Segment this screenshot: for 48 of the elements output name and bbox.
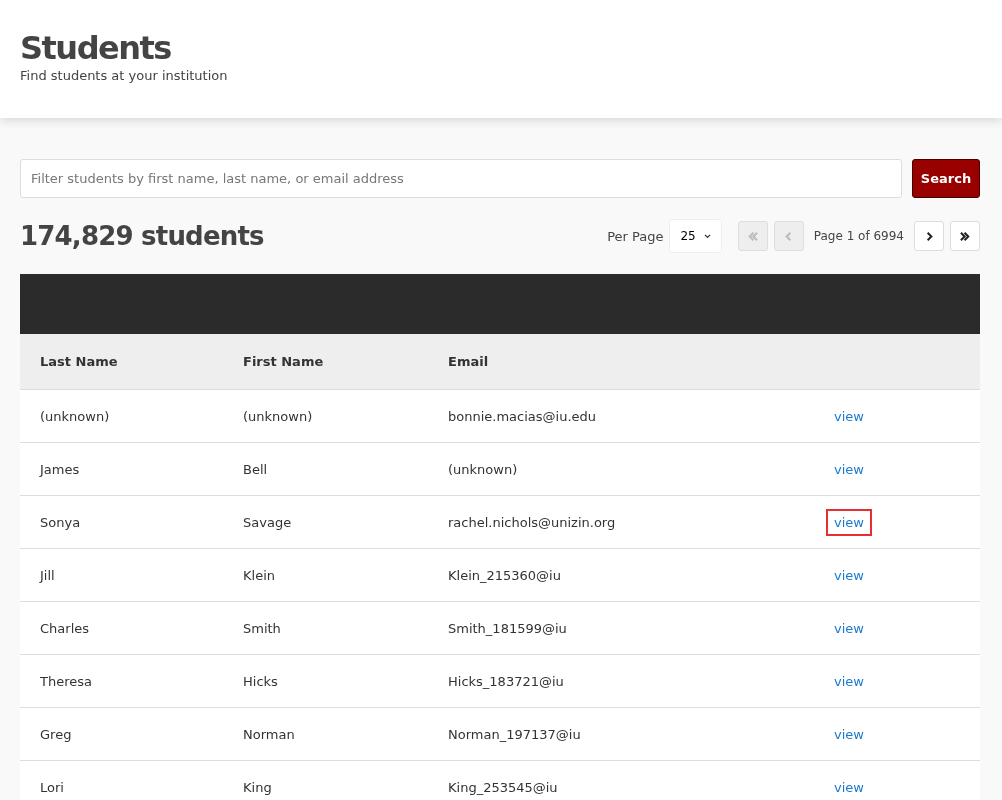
last-page-button[interactable] — [950, 221, 980, 251]
table-cell: Smith — [243, 620, 281, 636]
view-link[interactable]: view — [826, 455, 872, 483]
table-cell: King — [243, 779, 272, 795]
table-cell: rachel.nichols@unizin.org — [448, 514, 616, 530]
view-link[interactable]: view — [826, 720, 872, 748]
search-button[interactable]: Search — [912, 159, 980, 198]
page-title: Students — [20, 30, 171, 66]
column-header: Last Name — [40, 354, 118, 369]
table-cell: Sonya — [40, 514, 81, 530]
view-link[interactable]: view — [826, 402, 872, 430]
table-cell: (unknown) — [243, 408, 313, 424]
table-cell: Norman_197137@iu — [448, 726, 581, 742]
table-cell: (unknown) — [40, 408, 110, 424]
table-cell: Norman — [243, 726, 295, 742]
double-chevron-left-icon — [747, 230, 759, 242]
table-cell: Hicks — [243, 673, 278, 689]
column-header: Email — [448, 354, 489, 369]
per-page-label: Per Page — [607, 228, 664, 244]
search-field[interactable]: Filter students by first name, last name, or email address — [20, 159, 902, 198]
page-subtitle: Find students at your institution — [20, 68, 228, 83]
table-cell: Greg — [40, 726, 72, 742]
table-cell: Smith_181599@iu — [448, 620, 567, 636]
page-indicator: Page 1 of 6994 — [813, 229, 904, 243]
table-cell: Bell — [243, 461, 268, 477]
view-link[interactable]: view — [826, 561, 872, 589]
table-cell: Klein_215360@iu — [448, 567, 561, 583]
table-cell: Savage — [243, 514, 292, 530]
chevron-down-icon — [703, 233, 711, 239]
table-cell: (unknown) — [448, 461, 518, 477]
per-page-select[interactable]: 25 — [669, 219, 722, 253]
table-cell: Klein — [243, 567, 275, 583]
table-cell: Lori — [40, 779, 64, 795]
view-link[interactable]: view — [826, 773, 872, 800]
double-chevron-right-icon — [959, 230, 971, 242]
student-count: 174,829 students — [20, 221, 264, 251]
table-cell: Jill — [40, 567, 55, 583]
view-link[interactable]: view — [826, 508, 872, 536]
table-cell: bonnie.macias@iu.edu — [448, 408, 597, 424]
table-cell: Hicks_183721@iu — [448, 673, 564, 689]
next-page-button[interactable] — [914, 221, 944, 251]
view-link[interactable]: view — [826, 614, 872, 642]
column-header: First Name — [243, 354, 324, 369]
table-cell: King_253545@iu — [448, 779, 558, 795]
table-cell: James — [40, 461, 80, 477]
view-link[interactable]: view — [826, 667, 872, 695]
table-cell: Charles — [40, 620, 89, 636]
table-cell: Theresa — [40, 673, 92, 689]
